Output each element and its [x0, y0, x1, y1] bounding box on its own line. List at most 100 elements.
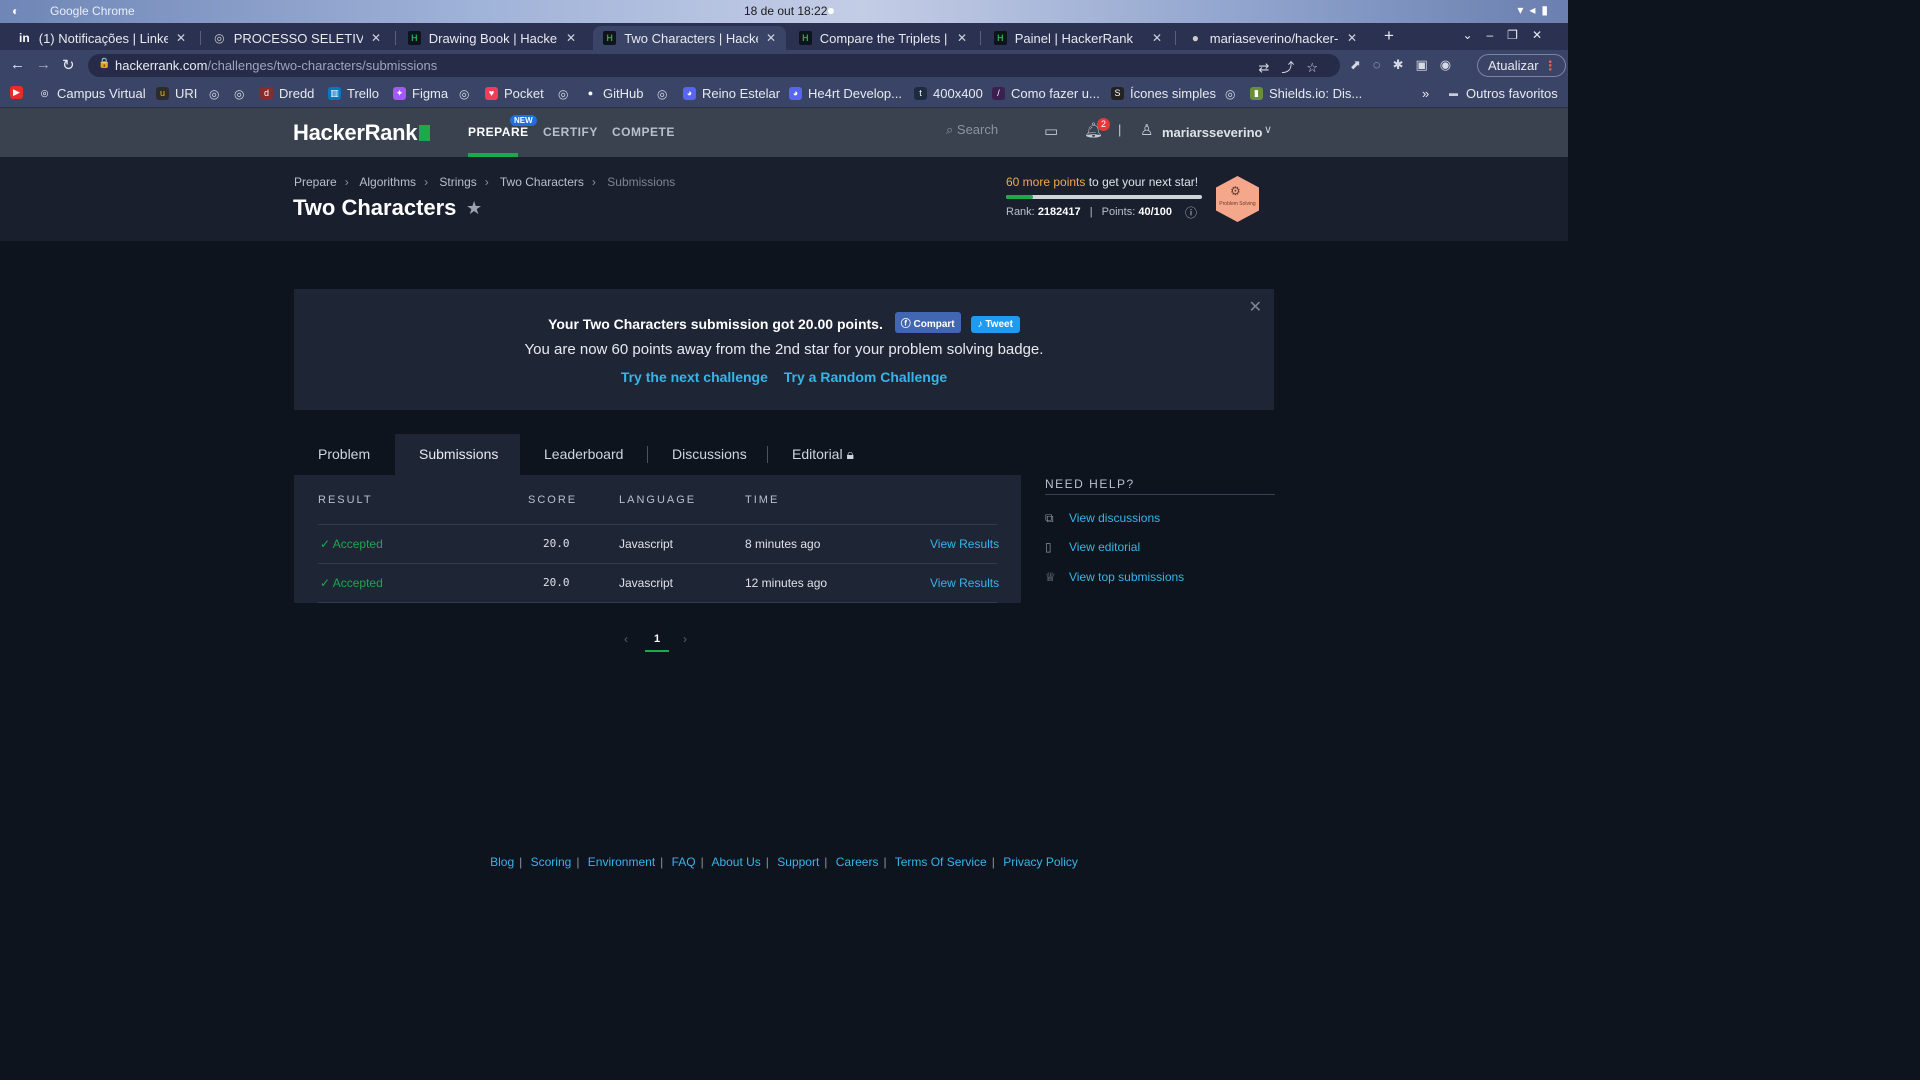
view-top-submissions-link[interactable]: ♕ View top submissions	[1045, 570, 1184, 584]
globe-icon[interactable]: ◎	[234, 87, 244, 101]
status-accepted: ✓ Accepted	[320, 537, 383, 551]
user-icon[interactable]: ♙	[1140, 121, 1153, 139]
update-button[interactable]: Atualizar ⋮	[1477, 54, 1566, 77]
os-clock[interactable]: 18 de out 18:22	[744, 4, 827, 18]
bookmark-folder[interactable]: ▬ Outros favoritos	[1447, 86, 1558, 101]
omnibox-action-icons[interactable]: ⇄⤴☆	[1258, 57, 1330, 76]
globe-icon[interactable]: ◎	[657, 87, 667, 101]
next-challenge-link[interactable]: Try the next challenge	[621, 369, 768, 385]
youtube-bookmark-icon[interactable]: ▶	[10, 86, 29, 99]
close-tab-icon[interactable]: ✕	[566, 31, 576, 45]
tab-problem[interactable]: Problem	[318, 434, 370, 475]
bookmark-item[interactable]: ✦ Figma	[393, 86, 448, 101]
random-challenge-link[interactable]: Try a Random Challenge	[784, 369, 947, 385]
bookmark-item[interactable]: ◎ Campus Virtual	[38, 86, 146, 101]
nav-compete[interactable]: COMPETE	[612, 125, 675, 139]
globe-icon[interactable]: ◎	[459, 87, 469, 101]
footer-link-faq[interactable]: FAQ	[672, 855, 696, 869]
globe-icon[interactable]: ◎	[209, 87, 219, 101]
lock-icon[interactable]: 🔒	[98, 58, 110, 69]
problem-solving-badge[interactable]	[1216, 176, 1259, 222]
chevron-down-icon[interactable]: ∨	[1264, 123, 1272, 136]
url-text[interactable]: hackerrank.com/challenges/two-characters…	[115, 58, 437, 73]
footer-link-environment[interactable]: Environment	[588, 855, 655, 869]
footer-link-privacy[interactable]: Privacy Policy	[1003, 855, 1078, 869]
rank-value: 2182417	[1037, 206, 1081, 218]
close-tab-icon[interactable]: ✕	[371, 31, 381, 45]
close-tab-icon[interactable]: ✕	[1347, 31, 1357, 45]
search-input[interactable]: ⌕ Search	[946, 122, 998, 138]
more-bookmarks-icon[interactable]: »	[1422, 86, 1429, 101]
breadcrumb-link[interactable]: Prepare	[294, 175, 337, 189]
tab-submissions[interactable]: Submissions	[395, 434, 520, 475]
tweet-button[interactable]: ♪ Tweet	[970, 316, 1020, 333]
close-tab-icon[interactable]: ✕	[766, 31, 776, 45]
browser-tab[interactable]: H Drawing Book | HackerRa ✕	[398, 26, 586, 50]
browser-tab-title: PROCESSO SELETIVO EST	[233, 30, 363, 46]
system-tray-icons[interactable]: ▾◂▮	[1517, 3, 1554, 17]
close-tab-icon[interactable]: ✕	[176, 31, 186, 45]
tab-discussions[interactable]: Discussions	[672, 434, 747, 475]
bookmark-star-icon[interactable]: ★	[466, 198, 482, 219]
bookmark-item[interactable]: ♥ Pocket	[485, 86, 544, 101]
github-icon: ●	[587, 88, 594, 98]
bookmark-item[interactable]: t 400x400	[914, 86, 983, 101]
pagination-next-icon[interactable]: ›	[683, 632, 687, 646]
browser-tab[interactable]: in (1) Notificações | LinkedIn ✕	[8, 26, 196, 50]
bookmark-item[interactable]: ◕ He4rt Develop...	[789, 86, 902, 101]
footer-link-about[interactable]: About Us	[711, 855, 760, 869]
browser-tab[interactable]: ◎ PROCESSO SELETIVO EST ✕	[203, 26, 391, 50]
address-row: ← → ↻ 🔒 hackerrank.com/challenges/two-ch…	[0, 50, 1568, 81]
reload-icon[interactable]: ↻	[62, 56, 75, 74]
kebab-menu-icon[interactable]: ⋮	[1544, 55, 1557, 76]
nav-prepare[interactable]: PREPARE	[468, 125, 529, 139]
bookmark-item[interactable]: ▥ Trello	[328, 86, 379, 101]
footer-link-support[interactable]: Support	[777, 855, 819, 869]
bookmark-item[interactable]: S Ícones simples	[1111, 86, 1216, 101]
hackerrank-icon: H	[603, 31, 617, 45]
back-arrow-icon[interactable]: ←	[10, 56, 25, 73]
new-tab-icon[interactable]: +	[1384, 26, 1394, 46]
url-bar[interactable]: 🔒 hackerrank.com/challenges/two-characte…	[88, 54, 1340, 77]
bookmark-item[interactable]: u URI	[156, 86, 197, 101]
username-menu[interactable]: mariarsseverino	[1162, 125, 1262, 140]
close-tab-icon[interactable]: ✕	[1152, 31, 1162, 45]
view-results-link[interactable]: View Results	[930, 576, 999, 590]
browser-tab-active[interactable]: H Two Characters | HackerR ✕	[593, 26, 786, 50]
breadcrumb-link[interactable]: Strings	[439, 175, 476, 189]
bookmark-item[interactable]: ◕ Reino Estelar	[683, 86, 780, 101]
breadcrumb-link[interactable]: Two Characters	[500, 175, 584, 189]
view-editorial-link[interactable]: ▯ View editorial	[1045, 540, 1140, 554]
pagination-page[interactable]: 1	[654, 633, 660, 645]
footer-link-scoring[interactable]: Scoring	[531, 855, 572, 869]
globe-icon[interactable]: ◎	[1225, 87, 1235, 101]
browser-tab[interactable]: ● mariaseverino/hacker-ran ✕	[1179, 26, 1367, 50]
browser-tab[interactable]: H Painel | HackerRank ✕	[984, 26, 1172, 50]
footer-link-careers[interactable]: Careers	[836, 855, 879, 869]
globe-icon[interactable]: ◎	[558, 87, 568, 101]
browser-tab[interactable]: H Compare the Triplets | Ha ✕	[789, 26, 977, 50]
facebook-share-button[interactable]: ⓕ Compart	[894, 312, 961, 333]
bookmark-item[interactable]: / Como fazer u...	[992, 86, 1100, 101]
pagination-prev-icon[interactable]: ‹	[624, 632, 628, 646]
footer-link-blog[interactable]: Blog	[490, 855, 514, 869]
close-tab-icon[interactable]: ✕	[957, 31, 967, 45]
tab-leaderboard[interactable]: Leaderboard	[544, 434, 623, 475]
breadcrumb-link[interactable]: Algorithms	[359, 175, 416, 189]
extensions-icons[interactable]: ⬈◌✱▣◉	[1350, 57, 1463, 73]
view-discussions-link[interactable]: ⧉ View discussions	[1045, 511, 1160, 526]
table-divider	[318, 602, 997, 603]
app-menu-icon[interactable]: ◐	[12, 4, 19, 18]
view-results-link[interactable]: View Results	[930, 537, 999, 551]
messages-icon[interactable]: ▭	[1044, 122, 1058, 140]
nav-certify[interactable]: CERTIFY	[543, 125, 598, 139]
window-controls[interactable]: ⌄–❐✕	[1462, 28, 1556, 42]
forward-arrow-icon[interactable]: →	[36, 56, 51, 73]
bookmark-item[interactable]: d Dredd	[260, 86, 314, 101]
tab-editorial[interactable]: Editorial 🔒︎	[792, 434, 854, 475]
hackerrank-logo[interactable]: HackerRank	[293, 120, 431, 146]
bookmark-item[interactable]: ● GitHub	[584, 86, 644, 101]
info-icon[interactable]: ⓘ	[1185, 204, 1197, 221]
bookmark-item[interactable]: ▮ Shields.io: Dis...	[1250, 86, 1362, 101]
footer-link-terms[interactable]: Terms Of Service	[895, 855, 987, 869]
